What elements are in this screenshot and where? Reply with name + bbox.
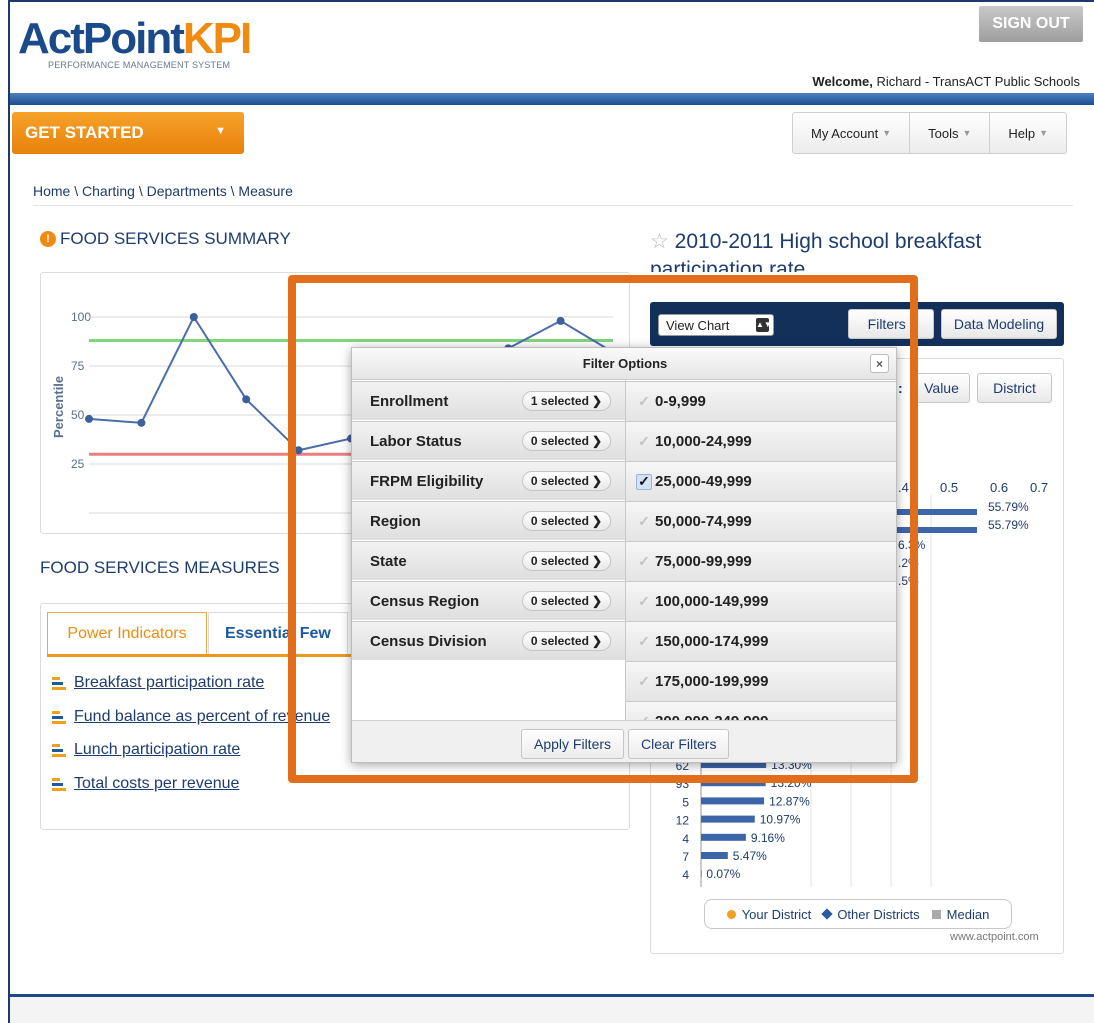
- data-point: [85, 414, 93, 423]
- bar-chart-icon: [52, 676, 66, 690]
- footer: [10, 997, 1094, 1023]
- bar-chart-icon: [52, 777, 66, 791]
- district-id-label: 4: [682, 832, 689, 846]
- sign-out-button[interactable]: SIGN OUT: [979, 6, 1083, 42]
- bar: [701, 852, 728, 859]
- bar-chart-icon: [52, 710, 66, 724]
- data-point: [189, 313, 198, 321]
- other-districts-marker-icon: [821, 908, 833, 920]
- y-axis-label: Percentile: [51, 376, 66, 438]
- chevron-down-icon: ▼: [215, 125, 226, 137]
- y-tick-50: 50: [71, 408, 85, 422]
- get-started-button[interactable]: GET STARTED ▼: [12, 112, 244, 154]
- median-marker-icon: [931, 909, 941, 919]
- bar-value-label: 12.87%: [769, 794, 810, 808]
- sort-value-button[interactable]: Value: [913, 373, 970, 403]
- breadcrumb[interactable]: Home \ Charting \ Departments \ Measure: [33, 183, 293, 199]
- bar-chart-icon: [52, 743, 66, 757]
- summary-title: ! FOOD SERVICES SUMMARY: [40, 229, 291, 249]
- district-id-label: 12: [676, 814, 690, 828]
- highlight-annotation-box: [288, 275, 918, 783]
- header-bar: [10, 93, 1094, 105]
- info-icon[interactable]: !: [40, 231, 56, 247]
- x-tick-label: 0.5: [940, 480, 959, 495]
- data-point: [137, 418, 146, 427]
- help-menu[interactable]: Help ▼: [990, 113, 1066, 153]
- welcome-text: Welcome, Richard - TransACT Public Schoo…: [812, 74, 1080, 89]
- data-point: [242, 395, 251, 404]
- logo-tagline: PERFORMANCE MANAGEMENT SYSTEM: [48, 60, 231, 70]
- bar: [701, 833, 746, 841]
- bar-value-label: 0.07%: [706, 867, 740, 881]
- bar: [701, 815, 755, 823]
- your-district-marker-icon: [726, 909, 736, 919]
- y-tick-100: 100: [71, 310, 91, 324]
- measure-link[interactable]: Total costs per revenue: [52, 775, 239, 793]
- window-border-left: [8, 0, 10, 1023]
- bar-value-label: 5.47%: [733, 849, 767, 863]
- measure-link[interactable]: Lunch participation rate: [52, 741, 240, 759]
- chevron-down-icon: ▼: [1039, 128, 1049, 138]
- district-id-label: 5: [682, 795, 689, 809]
- chevron-down-icon: ▼: [962, 128, 972, 138]
- bar-value-label: 9.16%: [751, 831, 785, 845]
- measure-title: ☆ 2010-2011 High school breakfast partic…: [650, 230, 982, 272]
- chevron-down-icon: ▼: [882, 128, 892, 138]
- star-icon[interactable]: ☆: [650, 230, 669, 253]
- x-tick-label: 0.7: [1030, 480, 1049, 495]
- measure-link[interactable]: Breakfast participation rate: [52, 674, 264, 692]
- y-tick-75: 75: [71, 359, 85, 373]
- bar: [701, 870, 702, 878]
- district-id-label: 7: [682, 850, 689, 864]
- y-tick-25: 25: [71, 457, 85, 471]
- logo[interactable]: ActPointKPI: [18, 14, 252, 64]
- bar-value-label: 55.79%: [988, 518, 1029, 532]
- my-account-menu[interactable]: My Account ▼: [793, 113, 911, 153]
- bar: [701, 797, 765, 805]
- bar-value-label: 55.79%: [988, 500, 1029, 514]
- tools-menu[interactable]: Tools ▼: [910, 113, 991, 153]
- divider: [33, 205, 1073, 206]
- district-id-label: 4: [682, 868, 689, 882]
- data-modeling-button[interactable]: Data Modeling: [941, 309, 1057, 339]
- measures-title: FOOD SERVICES MEASURES: [40, 558, 280, 577]
- tab-power-indicators[interactable]: Power Indicators: [47, 612, 207, 654]
- chart-legend: Your District Other Districts Median: [704, 899, 1012, 929]
- bar-value-label: 10.97%: [760, 813, 801, 827]
- sort-district-button[interactable]: District: [977, 373, 1052, 403]
- window-border-top: [8, 0, 1094, 2]
- x-tick-label: 0.6: [990, 480, 1009, 495]
- actpoint-url[interactable]: www.actpoint.com: [950, 931, 1039, 943]
- top-nav: My Account ▼ Tools ▼ Help ▼: [792, 112, 1068, 154]
